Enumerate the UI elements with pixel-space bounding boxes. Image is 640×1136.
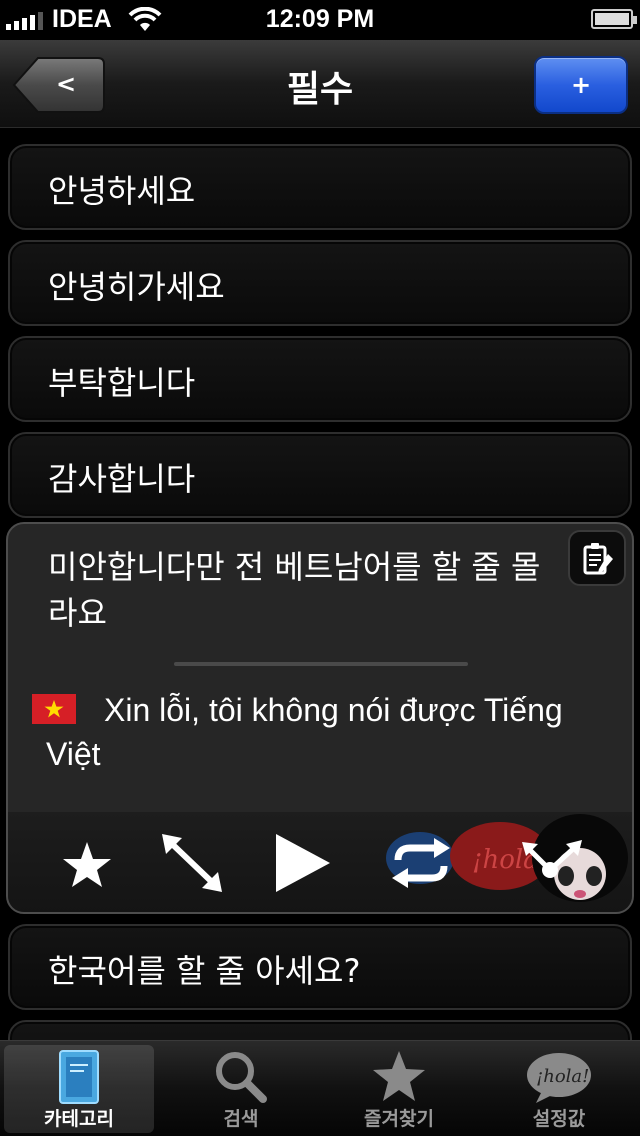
list-item[interactable]: 안녕히가세요 — [8, 240, 632, 326]
phrase-actions-toolbar: ¡hola! — [8, 812, 632, 912]
vietnamese-phrase: Xin lỗi, tôi không nói được Tiếng Việt — [46, 688, 606, 776]
tab-search[interactable]: 검색 — [166, 1045, 316, 1133]
tab-label: 검색 — [223, 1108, 259, 1130]
list-item[interactable]: 부탁합니다 — [8, 336, 632, 422]
tab-label: 카테고리 — [44, 1108, 114, 1130]
battery-icon — [591, 9, 637, 29]
tab-label: 설정값 — [532, 1108, 586, 1130]
share-button[interactable] — [518, 830, 588, 896]
hola-bubble-icon: ¡hola! — [527, 1053, 591, 1103]
navigation-bar: < 필수 + — [0, 40, 640, 128]
add-button[interactable]: + — [534, 56, 628, 114]
resize-arrows-icon — [162, 834, 222, 892]
tab-categories[interactable]: 카테고리 — [4, 1045, 154, 1133]
tab-label: 즐겨찾기 — [364, 1108, 434, 1130]
star-icon — [373, 1051, 425, 1101]
tab-bar: 카테고리 검색 즐겨찾기 ¡hola! 설정값 — [0, 1040, 640, 1136]
copy-button[interactable] — [568, 530, 626, 586]
status-time: 12:09 PM — [265, 5, 375, 33]
list-item-label: 한국어를 할 줄 아세요? — [48, 952, 361, 990]
book-icon — [59, 1050, 99, 1104]
play-button[interactable] — [270, 830, 340, 896]
tab-icon-text: ¡hola! — [536, 1066, 589, 1087]
list-item-label: 부탁합니다 — [48, 364, 196, 402]
play-icon — [276, 834, 330, 892]
list-item-label: 감사합니다 — [48, 460, 196, 498]
tab-settings[interactable]: ¡hola! 설정값 — [484, 1045, 634, 1133]
list-item[interactable]: 감사합니다 — [8, 432, 632, 518]
list-item-label: 안녕히가세요 — [48, 268, 225, 306]
expanded-phrase-card: 미안합니다만 전 베트남어를 할 줄 몰라요 Xin lỗi, tôi khôn… — [6, 522, 634, 914]
search-icon — [216, 1052, 267, 1103]
copy-document-icon — [583, 543, 613, 575]
favorite-button[interactable] — [52, 830, 122, 896]
list-item-label: 안녕하세요 — [48, 172, 196, 210]
list-item[interactable] — [8, 1020, 632, 1040]
repeat-icon — [392, 838, 450, 888]
fullscreen-button[interactable] — [156, 830, 226, 896]
status-bar: IDEA 12:09 PM — [0, 0, 640, 40]
vietnamese-phrase-text: Xin lỗi, tôi không nói được Tiếng Việt — [46, 692, 563, 772]
korean-phrase: 미안합니다만 전 베트남어를 할 줄 몰라요 — [48, 548, 541, 632]
repeat-button[interactable] — [386, 830, 456, 896]
list-item[interactable]: 한국어를 할 줄 아세요? — [8, 924, 632, 1010]
phrase-list[interactable]: 안녕하세요 안녕히가세요 부탁합니다 감사합니다 미안합니다만 전 베트남어를 … — [0, 128, 640, 1040]
list-item[interactable]: 안녕하세요 — [8, 144, 632, 230]
tab-favorites[interactable]: 즐겨찾기 — [324, 1045, 474, 1133]
divider — [174, 662, 468, 666]
share-icon — [522, 840, 582, 878]
star-icon — [63, 842, 111, 887]
